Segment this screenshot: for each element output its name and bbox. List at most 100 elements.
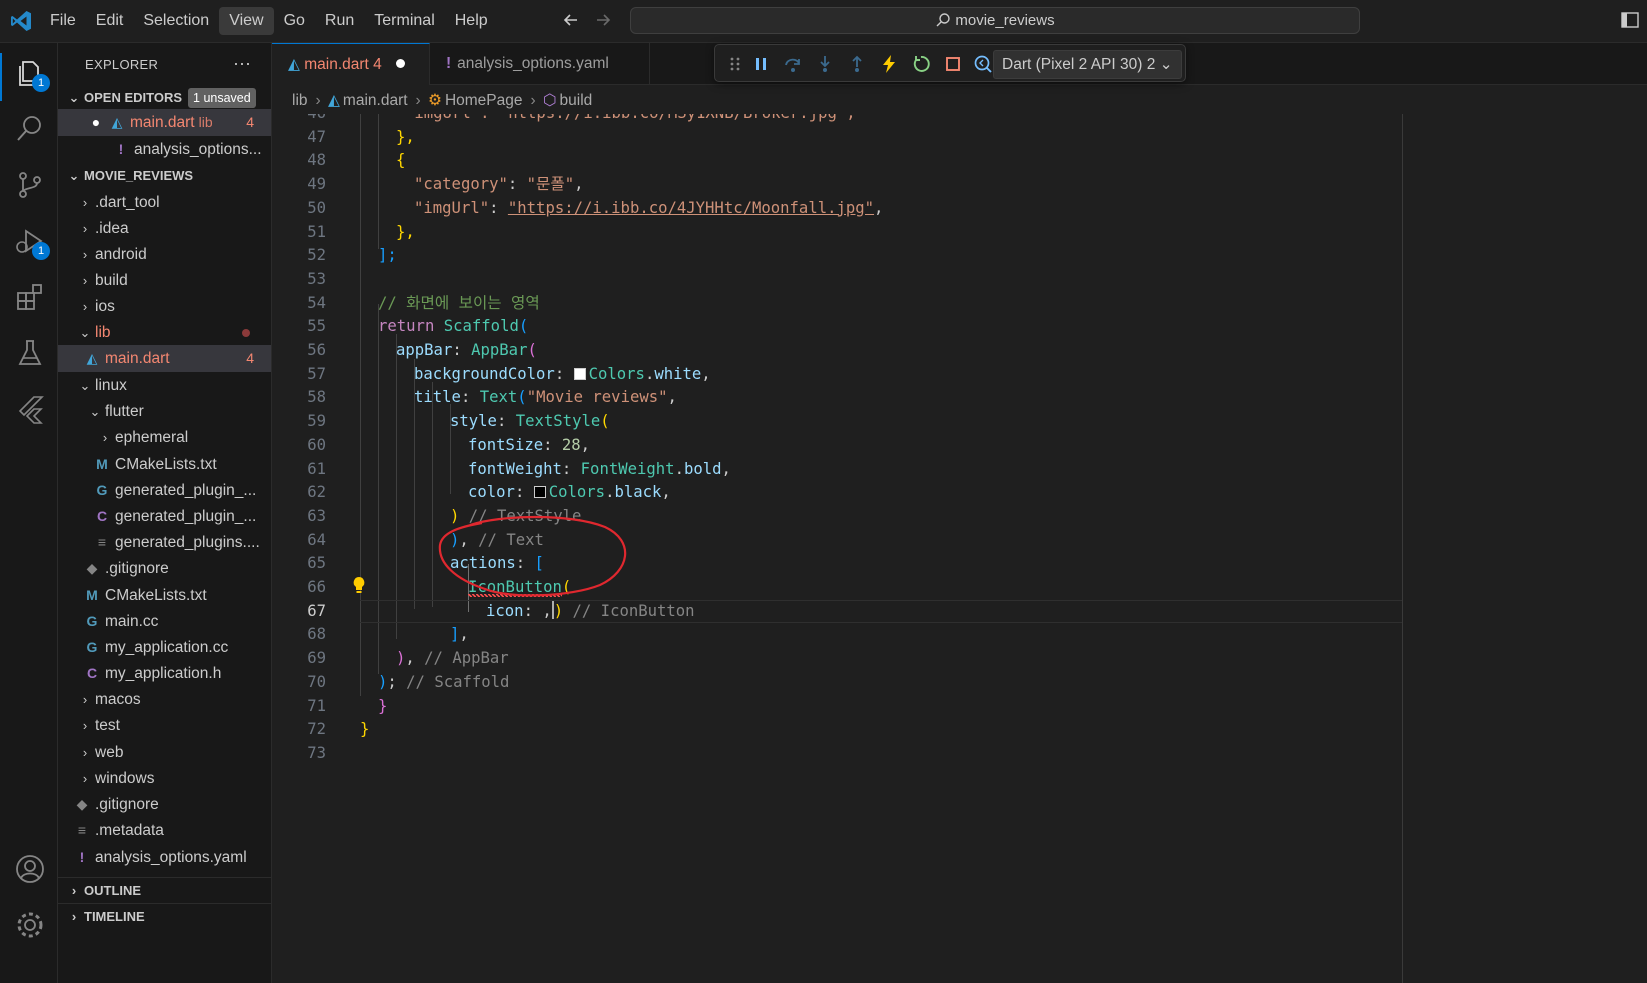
code-line: 59 style: TextStyle( [307, 412, 610, 431]
tree-file[interactable]: Cgenerated_plugin_... [58, 503, 271, 530]
code-line: 63) // TextStyle [307, 506, 582, 525]
tree-file[interactable]: M CMakeLists.txt [58, 582, 271, 609]
tree-folder[interactable]: › windows [58, 765, 271, 792]
tab-analysis-options[interactable]: ! analysis_options.yaml [430, 43, 650, 85]
code-line: 64), // Text [307, 530, 544, 549]
tree-folder[interactable]: › build [58, 267, 271, 294]
open-editors-header[interactable]: ⌄ OPEN EDITORS 1 unsaved [58, 85, 271, 111]
tree-file[interactable]: Gmain.cc [58, 608, 271, 635]
c-header-icon: C [96, 508, 108, 524]
breadcrumb-lib[interactable]: lib [292, 92, 308, 109]
tree-file[interactable]: Gmy_application.cc [58, 634, 271, 661]
tree-folder[interactable]: › android [58, 241, 271, 268]
code-line: 50 "imgUrl": "https://i.ibb.co/4JYHHtc/Mo… [307, 198, 884, 217]
account-icon[interactable] [14, 853, 46, 885]
menu-selection[interactable]: Selection [133, 7, 219, 35]
open-editor-analysis-options[interactable]: ! analysis_options... [58, 136, 271, 163]
menu-go[interactable]: Go [274, 7, 315, 35]
c-header-icon: C [86, 665, 98, 681]
tree-file-main-dart[interactable]: ◭ main.dart 4 [58, 345, 271, 372]
dart-device-select[interactable]: Dart (Pixel 2 API 30) 2 ⌄ [993, 50, 1182, 79]
command-center-search[interactable]: movie_reviews [630, 7, 1360, 34]
arrow-left-icon[interactable] [560, 9, 582, 31]
tree-folder[interactable]: › ios [58, 293, 271, 320]
code-editor[interactable]: 46"imgUrl": "https://i.ibb.co/MSy1XNB/Br… [272, 114, 1647, 983]
toggle-sidebar-icon[interactable] [1620, 10, 1640, 30]
tree-file[interactable]: ! analysis_options.yaml [58, 844, 271, 871]
chevron-down-icon: ⌄ [79, 378, 91, 393]
explorer-icon[interactable]: 1 [14, 57, 50, 92]
more-actions-icon[interactable]: ··· [233, 53, 251, 74]
code-line: 46"imgUrl": "https://i.ibb.co/MSy1XNB/Br… [272, 114, 1647, 126]
tree-file[interactable]: ◆ .gitignore [58, 555, 271, 582]
extensions-icon[interactable] [14, 281, 46, 313]
devtools-search-icon[interactable] [973, 54, 993, 74]
arrow-right-icon[interactable] [592, 9, 614, 31]
tree-file[interactable]: ≡ generated_plugins.... [58, 529, 271, 556]
color-swatch-black[interactable] [533, 486, 546, 499]
testing-icon[interactable] [14, 337, 46, 369]
step-into-icon[interactable] [815, 54, 835, 74]
code-line: 65 actions: [ [307, 554, 544, 573]
code-line: 60 fontSize: 28, [307, 435, 591, 454]
stop-icon[interactable] [943, 54, 963, 74]
menu-view[interactable]: View [219, 7, 274, 35]
tree-folder[interactable]: ⌄ linux [58, 372, 271, 399]
git-file-icon: ◆ [86, 560, 98, 576]
search-icon[interactable] [14, 113, 46, 145]
dart-file-icon: ◭ [288, 56, 300, 73]
menu-run[interactable]: Run [315, 7, 364, 35]
breadcrumb-class[interactable]: HomePage [445, 92, 523, 109]
code-line: 56 appBar: AppBar( [307, 341, 537, 359]
unsaved-dot-icon[interactable] [396, 59, 406, 68]
chevron-right-icon: › [530, 92, 536, 109]
restart-icon[interactable] [911, 54, 931, 74]
menu-file[interactable]: File [40, 7, 86, 35]
step-over-icon[interactable] [783, 54, 803, 74]
tree-file[interactable]: Ggenerated_plugin_... [58, 477, 271, 504]
dart-file-icon: ◭ [111, 114, 123, 130]
tree-file[interactable]: Cmy_application.h [58, 660, 271, 687]
open-editors-label: OPEN EDITORS [84, 90, 183, 105]
flutter-icon[interactable] [14, 393, 46, 425]
tree-file[interactable]: ◆ .gitignore [58, 791, 271, 818]
code-line: 61 fontWeight: FontWeight.bold, [307, 459, 731, 478]
tab-main-dart[interactable]: ◭ main.dart 4 [272, 43, 430, 85]
drag-handle-icon[interactable] [725, 54, 745, 74]
chevron-right-icon: › [82, 221, 88, 236]
tree-folder[interactable]: › .idea [58, 215, 271, 242]
color-swatch-white[interactable] [573, 367, 586, 380]
timeline-header[interactable]: › TIMELINE [58, 903, 271, 930]
tree-folder-lib[interactable]: ⌄ lib [58, 319, 271, 346]
lightbulb-icon[interactable] [352, 576, 366, 594]
tree-file[interactable]: M CMakeLists.txt [58, 451, 271, 478]
gear-icon[interactable] [14, 909, 46, 941]
class-icon: ⚙ [428, 92, 442, 109]
breadcrumb-file[interactable]: main.dart [343, 92, 408, 109]
open-editor-main-dart[interactable]: ● ◭ main.dart lib 4 [58, 109, 271, 136]
menu-help[interactable]: Help [445, 7, 498, 35]
menu-terminal[interactable]: Terminal [364, 7, 444, 35]
tree-folder[interactable]: › macos [58, 686, 271, 713]
menu-edit[interactable]: Edit [86, 7, 134, 35]
chevron-right-icon: › [82, 745, 88, 760]
source-control-icon[interactable] [14, 169, 46, 201]
tree-folder[interactable]: › ephemeral [58, 424, 271, 451]
tree-folder[interactable]: › .dart_tool [58, 189, 271, 216]
outline-header[interactable]: › OUTLINE [58, 877, 271, 904]
tree-folder[interactable]: › web [58, 739, 271, 766]
run-debug-icon[interactable]: 1 [14, 225, 50, 260]
step-out-icon[interactable] [847, 54, 867, 74]
unsaved-dot-icon[interactable]: ● [88, 109, 104, 136]
project-header[interactable]: ⌄ MOVIE_REVIEWS [58, 163, 271, 189]
pause-icon[interactable] [751, 54, 771, 74]
code-line: 58 title: Text("Movie reviews", [307, 388, 677, 407]
breadcrumb-method[interactable]: build [560, 92, 593, 109]
yaml-file-icon: ! [118, 141, 124, 157]
tree-folder[interactable]: › test [58, 712, 271, 739]
code-line: 71} [307, 696, 388, 715]
tree-folder[interactable]: ⌄ flutter [58, 398, 271, 425]
title-bar: File Edit Selection View Go Run Terminal… [0, 0, 1647, 43]
tree-file[interactable]: ≡ .metadata [58, 817, 271, 844]
hot-reload-icon[interactable] [879, 54, 899, 74]
